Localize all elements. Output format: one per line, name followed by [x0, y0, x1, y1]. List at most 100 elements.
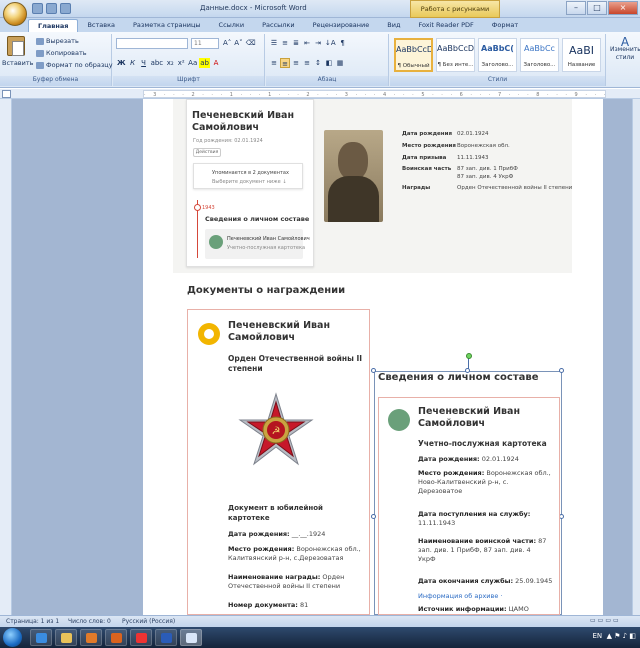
paste-button[interactable]: Вставить: [2, 59, 33, 67]
language-indicator[interactable]: Русский (Россия): [122, 618, 175, 625]
ribbon: Вставить Вырезать Копировать Формат по о…: [0, 32, 640, 88]
document-icon: [209, 235, 223, 249]
change-case-button[interactable]: Aa: [187, 58, 198, 68]
style-no-spacing[interactable]: AaBbCcDc ¶ Без инте...: [436, 38, 475, 72]
taskbar-ie[interactable]: [30, 629, 52, 646]
tab-home[interactable]: Главная: [28, 19, 79, 32]
resize-handle-w[interactable]: [371, 514, 376, 519]
name-line: Печеневский Иван: [192, 110, 295, 121]
system-tray: EN ▲ ⚑ ♪ ◧: [592, 632, 636, 640]
line-spacing-button[interactable]: ↕: [313, 58, 323, 68]
justify-button[interactable]: ≡: [302, 58, 312, 68]
info-value: Орден Отечественной войны II степени: [457, 185, 573, 191]
taskbar-explorer[interactable]: [55, 629, 77, 646]
row-value: 25.09.1945: [513, 577, 553, 585]
copy-button[interactable]: Копировать: [36, 49, 87, 57]
mentions-box: [193, 163, 303, 189]
redo-icon[interactable]: [60, 3, 71, 14]
tab-references[interactable]: Ссылки: [210, 19, 254, 32]
word-count[interactable]: Число слов: 0: [68, 618, 111, 625]
clear-format-button[interactable]: ⌫: [245, 38, 257, 48]
font-name-box[interactable]: [116, 38, 188, 49]
name-line: Самойлович: [418, 418, 486, 429]
tab-page-layout[interactable]: Разметка страницы: [124, 19, 210, 32]
shrink-font-button[interactable]: A˅: [233, 38, 243, 48]
group-label-clipboard: Буфер обмена: [0, 76, 111, 86]
page-count[interactable]: Страница: 1 из 1: [6, 618, 59, 625]
horizontal-ruler[interactable]: · 3 · · · 2 · · · 1 · · · 1 · · · 2 · · …: [0, 89, 640, 99]
taskbar-player[interactable]: [80, 629, 102, 646]
award-birth-row: Дата рождения: __.__.1924: [228, 530, 325, 539]
photo-body: [328, 176, 379, 222]
align-left-button[interactable]: ≡: [269, 58, 279, 68]
bold-button[interactable]: Ж: [116, 58, 127, 68]
vertical-ruler[interactable]: [0, 99, 12, 615]
taskbar-active-word[interactable]: [180, 629, 202, 646]
borders-button[interactable]: ▦: [335, 58, 345, 68]
multilevel-button[interactable]: ≣: [291, 38, 301, 48]
sort-button[interactable]: ↓A: [324, 38, 337, 48]
align-buttons: ≡ ≡ ≡ ≡ ↕ ◧ ▦: [269, 58, 345, 68]
shading-button[interactable]: ◧: [324, 58, 334, 68]
bullets-button[interactable]: ☰: [269, 38, 279, 48]
view-buttons[interactable]: ▭▭▭▭: [590, 617, 621, 624]
archive-info-link[interactable]: Информация об архиве ·: [418, 592, 502, 601]
font-size-box[interactable]: 11: [191, 38, 219, 49]
vertical-scrollbar[interactable]: [632, 99, 640, 615]
maximize-button[interactable]: □: [587, 1, 607, 15]
tab-format[interactable]: Формат: [483, 19, 527, 32]
personnel-end-row: Дата окончания службы: 25.09.1945: [418, 577, 552, 586]
italic-button[interactable]: К: [128, 58, 138, 68]
document-entry-name: Печеневский Иван Самойлович: [227, 236, 310, 242]
tab-mailings[interactable]: Рассылки: [253, 19, 304, 32]
info-value: 11.11.1943: [457, 155, 489, 161]
row-key: Источник информации:: [418, 605, 507, 613]
undo-icon[interactable]: [46, 3, 57, 14]
taskbar-firefox[interactable]: [105, 629, 127, 646]
start-button[interactable]: [3, 628, 22, 647]
format-painter-button[interactable]: Формат по образцу: [36, 61, 113, 69]
minimize-button[interactable]: –: [566, 1, 586, 15]
cut-label: Вырезать: [46, 37, 79, 45]
numbering-button[interactable]: ≡: [280, 38, 290, 48]
font-color-button[interactable]: A: [211, 58, 221, 68]
resize-handle-ne[interactable]: [559, 368, 564, 373]
word-icon: [161, 633, 172, 643]
tab-selector-icon[interactable]: [2, 90, 11, 98]
taskbar-word[interactable]: [155, 629, 177, 646]
doc-line: Документ в юбилейной: [228, 504, 323, 512]
tab-insert[interactable]: Вставка: [78, 19, 124, 32]
tab-foxit[interactable]: Foxit Reader PDF: [409, 19, 482, 32]
style-heading-1[interactable]: AaBbC(Заголово...: [478, 38, 517, 72]
tab-review[interactable]: Рецензирование: [304, 19, 379, 32]
decrease-indent-button[interactable]: ⇤: [302, 38, 312, 48]
align-right-button[interactable]: ≡: [291, 58, 301, 68]
show-marks-button[interactable]: ¶: [338, 38, 348, 48]
style-normal[interactable]: AaBbCcDc ¶ Обычный: [394, 38, 433, 72]
increase-indent-button[interactable]: ⇥: [313, 38, 323, 48]
style-sample: AaBI: [568, 44, 595, 57]
underline-button[interactable]: Ч: [139, 58, 149, 68]
style-title[interactable]: AaBI Название: [562, 38, 601, 72]
grow-font-button[interactable]: A˄: [222, 38, 232, 48]
picture-tools-context-tab: Работа с рисунками: [410, 0, 500, 18]
paste-icon[interactable]: [7, 36, 25, 56]
superscript-button[interactable]: x²: [176, 58, 186, 68]
cut-button[interactable]: Вырезать: [36, 37, 79, 45]
style-heading-2[interactable]: AaBbCc Заголово...: [520, 38, 559, 72]
medal-badge-icon: [198, 323, 220, 345]
input-language[interactable]: EN: [592, 632, 602, 640]
change-styles-button[interactable]: A Изменить стили: [610, 36, 640, 62]
office-button[interactable]: [3, 2, 27, 26]
align-center-button[interactable]: ≡: [280, 58, 290, 68]
save-icon[interactable]: [32, 3, 43, 14]
tab-view[interactable]: Вид: [378, 19, 409, 32]
highlight-button[interactable]: ab: [199, 58, 210, 68]
strikethrough-button[interactable]: abc: [150, 58, 165, 68]
close-button[interactable]: ×: [608, 1, 638, 15]
taskbar-yandex[interactable]: [130, 629, 152, 646]
subscript-button[interactable]: x₂: [165, 58, 175, 68]
style-name: ¶ Обычный: [397, 63, 430, 69]
rotation-handle[interactable]: [466, 353, 472, 359]
resize-handle-nw[interactable]: [371, 368, 376, 373]
